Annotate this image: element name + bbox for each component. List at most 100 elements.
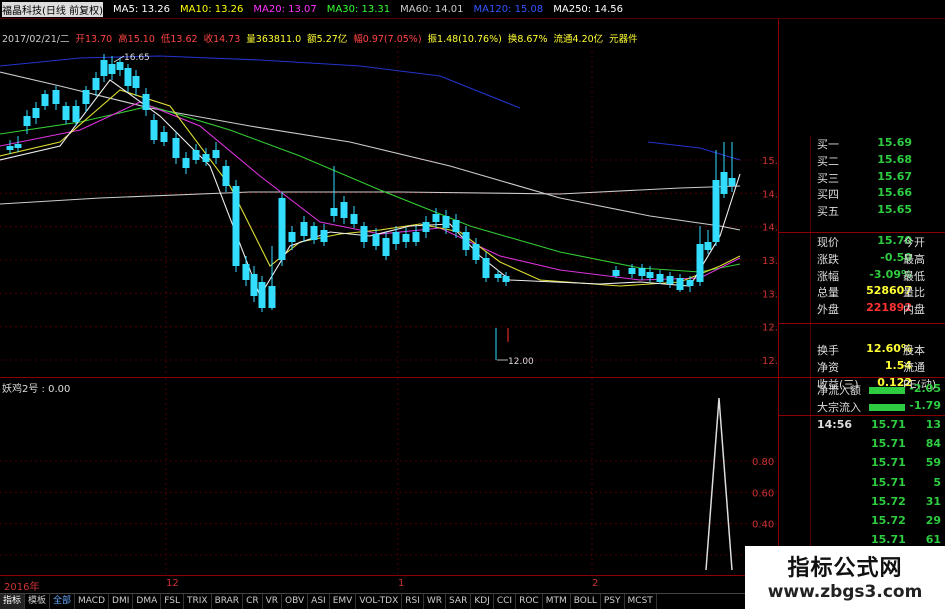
tab-fsl[interactable]: FSL bbox=[161, 594, 184, 609]
tab-vr[interactable]: VR bbox=[263, 594, 283, 609]
candle-body-down bbox=[696, 244, 704, 282]
flow-value: -1.79 bbox=[909, 399, 941, 412]
tab-rsi[interactable]: RSI bbox=[402, 594, 424, 609]
stat-label-2: 内盘 bbox=[903, 303, 925, 317]
candle-body-down bbox=[62, 106, 70, 120]
candle-body-down bbox=[172, 138, 180, 158]
stat-label-2: 最高 bbox=[903, 252, 925, 266]
candle-body-down bbox=[288, 232, 296, 242]
bid-row[interactable]: 买四 15.66 bbox=[779, 186, 945, 203]
candle-body-down bbox=[160, 132, 168, 142]
info-float: 流通4.20亿 bbox=[553, 34, 604, 45]
tick-price: 15.71 bbox=[871, 437, 906, 451]
tick-price: 15.71 bbox=[871, 533, 906, 547]
tab-wr[interactable]: WR bbox=[424, 594, 447, 609]
tab-boll[interactable]: BOLL bbox=[571, 594, 601, 609]
moving-average-line bbox=[0, 79, 741, 298]
quote-sep-1 bbox=[779, 232, 945, 233]
bid-row[interactable]: 买三 15.67 bbox=[779, 170, 945, 187]
indicator-tick-label: 0.40 bbox=[752, 520, 774, 531]
candle-body-down bbox=[202, 154, 210, 162]
tick-price: 15.71 bbox=[871, 418, 906, 431]
high-price-annotation: 16.65 bbox=[124, 53, 150, 63]
tab-psy[interactable]: PSY bbox=[601, 594, 625, 609]
tab-item[interactable]: 模板 bbox=[25, 594, 51, 609]
tab-dma[interactable]: DMA bbox=[133, 594, 162, 609]
tab-asi[interactable]: ASI bbox=[308, 594, 330, 609]
tab-cr[interactable]: CR bbox=[243, 594, 263, 609]
candle-body-down bbox=[142, 94, 150, 110]
stat-row: 涨跌 -0.50 最高 bbox=[779, 251, 945, 268]
candle-body-down bbox=[350, 214, 358, 224]
tab-item[interactable]: 指标 bbox=[0, 594, 26, 609]
tab-dmi[interactable]: DMI bbox=[109, 594, 134, 609]
bid-price: 15.65 bbox=[877, 203, 912, 217]
tab-vol-tdx[interactable]: VOL-TDX bbox=[356, 594, 403, 609]
info-change: 幅0.97(7.05%) bbox=[353, 34, 422, 45]
tick-volume: 61 bbox=[925, 533, 941, 547]
tick-volume: 84 bbox=[925, 437, 941, 451]
bid-label: 买一 bbox=[817, 138, 839, 151]
candle-body-down bbox=[192, 150, 200, 160]
candle-body-down bbox=[728, 178, 736, 186]
candle-body-down bbox=[72, 106, 80, 122]
candle-body-down bbox=[278, 198, 286, 260]
bid-row[interactable]: 买一 15.69 bbox=[779, 136, 945, 153]
tick-price: 15.72 bbox=[871, 494, 906, 508]
tick-row: 15.72 29 bbox=[779, 514, 945, 533]
tab-cci[interactable]: CCI bbox=[494, 594, 517, 609]
candle-body-down bbox=[82, 90, 90, 104]
stat-label: 换手 bbox=[817, 343, 839, 357]
moving-average-line bbox=[0, 55, 521, 109]
price-tick-label: 13.50 bbox=[762, 256, 778, 267]
candle-body-down bbox=[462, 232, 470, 250]
bid-row[interactable]: 买二 15.68 bbox=[779, 153, 945, 170]
candle-body-down bbox=[232, 186, 240, 266]
candle-body-down bbox=[108, 64, 116, 74]
tab-emv[interactable]: EMV bbox=[330, 594, 357, 609]
bid-label: 买三 bbox=[817, 171, 839, 185]
candle-body-down bbox=[422, 222, 430, 232]
ma5-label: MA5: 13.26 bbox=[112, 3, 170, 15]
candle-body-down bbox=[124, 68, 132, 86]
info-amount: 额5.27亿 bbox=[307, 34, 348, 45]
tab-mtm[interactable]: MTM bbox=[543, 594, 571, 609]
tick-row: 15.72 31 bbox=[779, 495, 945, 514]
tab-sar[interactable]: SAR bbox=[446, 594, 472, 609]
tab-brar[interactable]: BRAR bbox=[212, 594, 244, 609]
tab-mcst[interactable]: MCST bbox=[625, 594, 657, 609]
info-turnover: 换8.67% bbox=[507, 34, 548, 45]
candlestick-chart[interactable]: 12.00 12.50 13.00 13.50 14.00 14.50 15.00 16.6… bbox=[0, 46, 778, 376]
candle-body-down bbox=[41, 94, 49, 106]
tab-macd[interactable]: MACD bbox=[75, 594, 110, 609]
indicator-chart[interactable]: 0.200.400.600.80 bbox=[0, 378, 778, 574]
candle-body-down bbox=[712, 180, 720, 242]
tab-trix[interactable]: TRIX bbox=[184, 594, 212, 609]
tick-volume: 13 bbox=[925, 418, 941, 431]
info-high: 高15.10 bbox=[118, 34, 155, 45]
candle-body-down bbox=[628, 268, 636, 274]
tab-kdj[interactable]: KDJ bbox=[471, 594, 494, 609]
ma-header: 福晶科技(日线 前复权) MA5: 13.26 MA10: 13.26 MA20… bbox=[0, 0, 945, 18]
stats-panel: 现价 15.70 今开 涨跌 -0.50 最高 涨幅 -3.09% 最低 总量 528607 量比 外盘… bbox=[779, 234, 945, 392]
candle-body-down bbox=[320, 230, 328, 242]
stat-label: 外盘 bbox=[817, 303, 839, 317]
candle-body-down bbox=[222, 166, 230, 186]
tab-obv[interactable]: OBV bbox=[282, 594, 309, 609]
moving-average-line bbox=[0, 89, 741, 287]
tab-roc[interactable]: ROC bbox=[516, 594, 543, 609]
bid-price: 15.68 bbox=[877, 152, 912, 166]
info-close: 收14.73 bbox=[203, 34, 241, 45]
watermark-url: www.zbgs3.com bbox=[767, 582, 923, 602]
candle-body-down bbox=[494, 274, 502, 278]
bid-price: 15.67 bbox=[877, 169, 912, 183]
stat-row: 总量 528607 量比 bbox=[779, 284, 945, 301]
stat-row: 换手 12.60% 股本 bbox=[779, 342, 945, 359]
price-tick-label: 12.00 bbox=[762, 356, 778, 367]
candle-body-down bbox=[92, 78, 100, 90]
candle-body-down bbox=[656, 274, 664, 282]
stat-row: 净资 1.54 流通 bbox=[779, 359, 945, 376]
tab-item[interactable]: 全部 bbox=[50, 594, 76, 609]
bid-row[interactable]: 买五 15.65 bbox=[779, 203, 945, 220]
candle-body-down bbox=[676, 278, 684, 290]
